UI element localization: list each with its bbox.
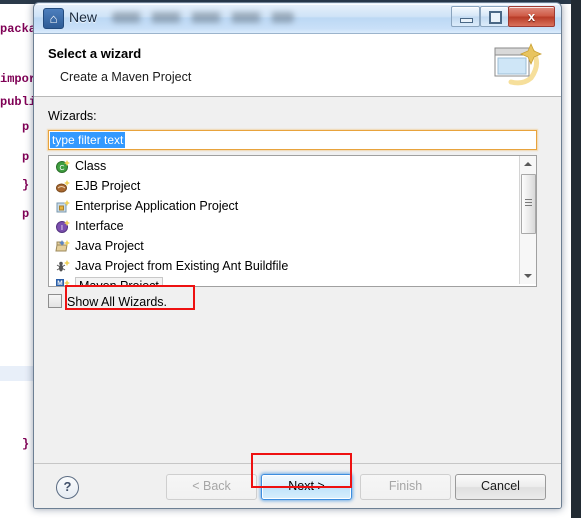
background-code-line: packa (0, 22, 37, 36)
list-item[interactable]: Enterprise Application Project (49, 196, 536, 216)
background-bottom-strip (0, 508, 581, 518)
minimize-button[interactable] (451, 6, 480, 27)
close-button[interactable]: x (508, 6, 555, 27)
wizards-label: Wizards: (48, 109, 97, 123)
list-item-label: Interface (75, 219, 124, 233)
maven-project-icon: M (55, 279, 71, 287)
checkbox-label: Show All Wizards. (67, 295, 168, 309)
filter-input[interactable]: type filter text (48, 130, 537, 150)
list-item-label: Class (75, 159, 107, 173)
background-code-line: p (22, 150, 30, 164)
list-item-label: EJB Project (75, 179, 141, 193)
dialog-button-bar: ? < Back Next > Finish Cancel (34, 463, 561, 508)
wizard-list-scrollbar[interactable] (519, 156, 536, 284)
page-title: Select a wizard (48, 46, 142, 61)
svg-text:M: M (57, 280, 62, 287)
java-project-icon (55, 239, 71, 254)
list-item[interactable]: EJB Project (49, 176, 536, 196)
background-code-line: } (22, 437, 30, 451)
minimize-icon (460, 18, 473, 23)
list-item[interactable]: Java Project from Existing Ant Buildfile (49, 256, 536, 276)
dialog-header: Select a wizard Create a Maven Project (34, 34, 561, 97)
list-item-label: Java Project from Existing Ant Buildfile (75, 259, 289, 273)
checkbox-box[interactable] (48, 294, 62, 308)
eclipse-icon: ⌂ (43, 8, 64, 29)
dialog-titlebar[interactable]: ⌂ New x (34, 3, 561, 34)
scrollbar-thumb[interactable] (521, 174, 536, 234)
show-all-wizards-checkbox[interactable]: Show All Wizards. (48, 294, 167, 309)
list-item-label: Maven Project (75, 277, 163, 286)
list-item-label: Enterprise Application Project (75, 199, 239, 213)
maximize-button[interactable] (480, 6, 509, 27)
background-code-line: } (22, 178, 30, 192)
cancel-button[interactable]: Cancel (455, 474, 546, 500)
ejb-project-icon (55, 179, 71, 194)
dialog-body: Wizards: type filter text C Class EJB Pr… (34, 97, 561, 463)
list-item-label: Java Project (75, 239, 144, 253)
svg-text:C: C (59, 165, 64, 172)
java-class-icon: C (55, 159, 71, 174)
enterprise-application-icon (55, 199, 71, 214)
new-wizard-dialog: ⌂ New x Select a wizard Create a Maven P… (33, 2, 562, 509)
back-button: < Back (166, 474, 257, 500)
list-item[interactable]: C Class (49, 156, 536, 176)
next-button[interactable]: Next > (261, 474, 352, 500)
java-interface-icon: I (55, 219, 71, 234)
scroll-down-icon[interactable] (520, 268, 536, 284)
background-right-edge (571, 0, 581, 518)
list-item[interactable]: I Interface (49, 216, 536, 236)
background-code-line: impor (0, 72, 37, 86)
background-code-line: p (22, 207, 30, 221)
scroll-up-icon[interactable] (520, 156, 536, 172)
ant-buildfile-icon (55, 259, 71, 274)
new-wizard-banner-icon (489, 38, 547, 92)
svg-text:I: I (61, 225, 63, 232)
blurred-title-suffix (112, 12, 294, 23)
screenshot-root: packa impor publi p p } p } ⌂ New x Sele… (0, 0, 581, 518)
maximize-icon (489, 11, 502, 24)
list-item[interactable]: Java Project (49, 236, 536, 256)
background-code-line: p (22, 120, 30, 134)
finish-button: Finish (360, 474, 451, 500)
wizard-list[interactable]: C Class EJB Project Enterprise Applicati… (48, 155, 537, 287)
page-subtitle: Create a Maven Project (60, 70, 192, 84)
filter-input-value: type filter text (50, 132, 126, 148)
help-button[interactable]: ? (56, 476, 79, 499)
background-code-line: publi (0, 95, 37, 109)
dialog-title: New (69, 9, 98, 25)
list-item-maven-project[interactable]: M Maven Project (49, 276, 536, 287)
close-icon: x (527, 9, 536, 24)
